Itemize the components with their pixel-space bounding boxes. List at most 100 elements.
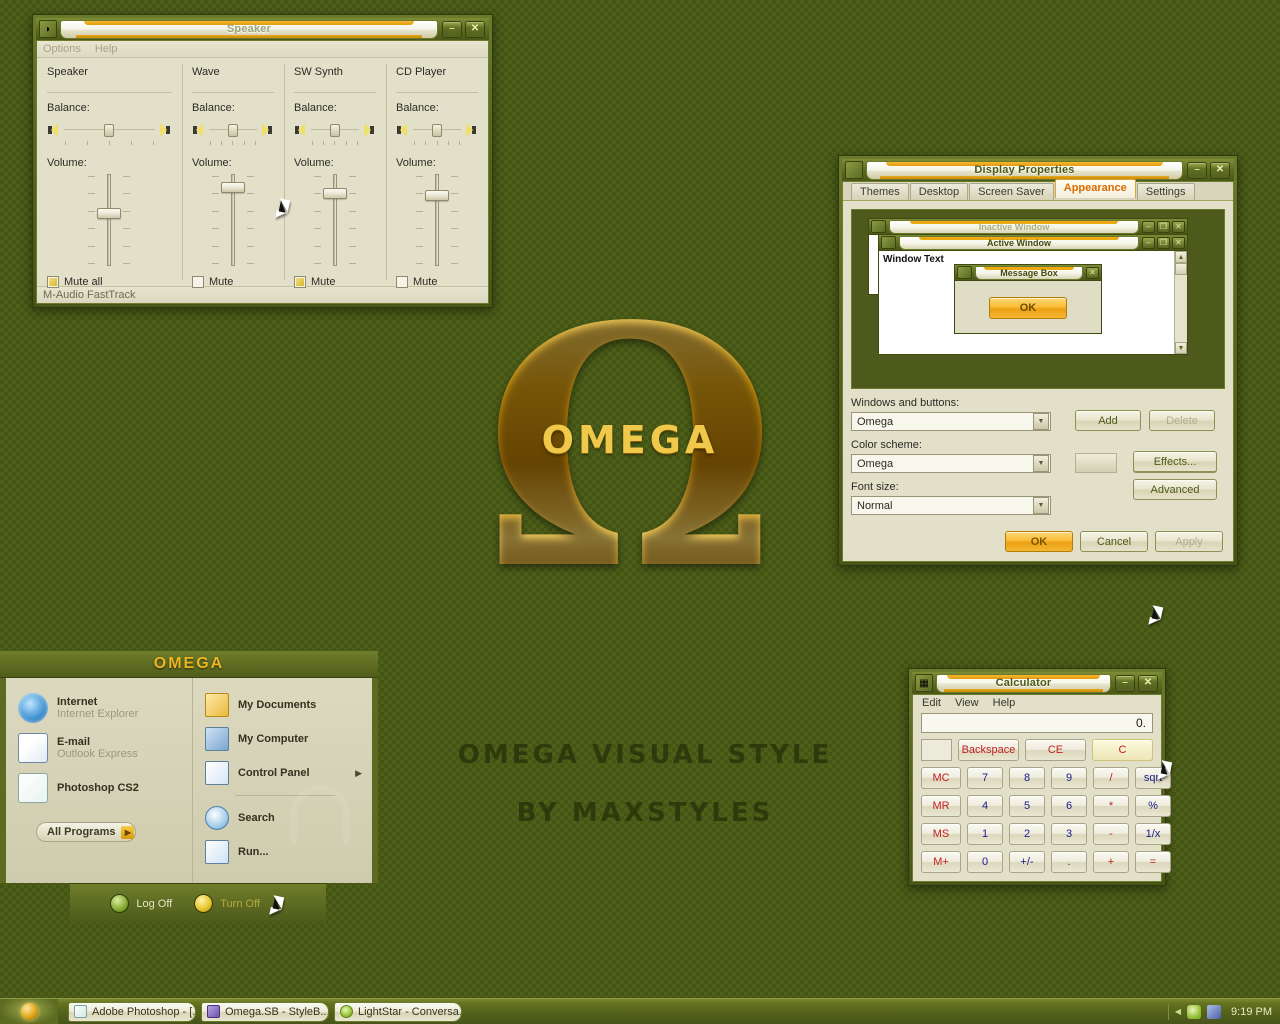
balance-thumb[interactable] (227, 124, 238, 137)
key-m-plus[interactable]: M+ (921, 851, 961, 873)
menu-help[interactable]: Help (95, 43, 118, 55)
calculator-window[interactable]: ▦ Calculator – ✕ Edit View Help 0. Backs… (908, 668, 1171, 886)
c-button[interactable]: C (1092, 739, 1153, 761)
checkbox-icon[interactable] (293, 276, 306, 288)
calculator-menubar[interactable]: Edit View Help (913, 695, 1161, 711)
tab-desktop[interactable]: Desktop (909, 183, 969, 200)
key-5[interactable]: 5 (1009, 795, 1045, 817)
turn-off-button[interactable]: Turn Off (194, 894, 260, 913)
volume-icon[interactable] (1187, 1004, 1202, 1019)
ce-button[interactable]: CE (1025, 739, 1086, 761)
key-1[interactable]: 1 (967, 823, 1003, 845)
sidebar-item-email[interactable]: E-mail Outlook Express (14, 728, 186, 768)
menu-options[interactable]: Options (43, 43, 81, 55)
close-button[interactable]: ✕ (465, 20, 485, 38)
checkbox-icon[interactable] (396, 276, 408, 288)
balance-thumb[interactable] (104, 124, 115, 137)
start-button[interactable] (0, 998, 58, 1024)
key-subtract[interactable]: - (1093, 823, 1129, 845)
windows-and-buttons-combo[interactable]: Omega ▼ (851, 412, 1051, 431)
advanced-button[interactable]: Advanced (1133, 479, 1217, 500)
chevron-down-icon[interactable]: ▼ (1033, 413, 1049, 430)
balance-thumb[interactable] (329, 124, 340, 137)
balance-slider[interactable] (192, 119, 274, 141)
volume-thumb[interactable] (425, 190, 449, 201)
key-multiply[interactable]: * (1093, 795, 1129, 817)
add-button[interactable]: Add (1075, 410, 1141, 431)
close-button[interactable]: ✕ (1210, 161, 1230, 179)
tab-screen-saver[interactable]: Screen Saver (969, 183, 1054, 200)
taskbar[interactable]: Adobe Photoshop - [... Omega.SB - StyleB… (0, 998, 1280, 1024)
menu-help[interactable]: Help (993, 697, 1016, 709)
volume-track[interactable] (435, 174, 439, 266)
key-2[interactable]: 2 (1009, 823, 1045, 845)
key-3[interactable]: 3 (1051, 823, 1087, 845)
key-add[interactable]: + (1093, 851, 1129, 873)
effects-button[interactable]: Effects... (1133, 451, 1217, 472)
key-decimal[interactable]: . (1051, 851, 1087, 873)
volume-slider[interactable] (294, 174, 376, 266)
tab-settings[interactable]: Settings (1136, 183, 1195, 200)
balance-track[interactable] (413, 124, 462, 137)
key-9[interactable]: 9 (1051, 767, 1087, 789)
taskbar-item-stylebuilder[interactable]: Omega.SB - StyleB... (201, 1001, 329, 1022)
tab-themes[interactable]: Themes (851, 183, 909, 200)
volume-track[interactable] (107, 174, 112, 266)
display-properties-window[interactable]: Display Properties – ✕ Themes Desktop Sc… (838, 155, 1238, 628)
key-6[interactable]: 6 (1051, 795, 1087, 817)
key-8[interactable]: 8 (1009, 767, 1045, 789)
balance-slider[interactable] (294, 119, 376, 141)
key-0[interactable]: 0 (967, 851, 1003, 873)
font-size-combo[interactable]: Normal ▼ (851, 496, 1051, 515)
minimize-button[interactable]: – (442, 20, 462, 38)
key-4[interactable]: 4 (967, 795, 1003, 817)
mute-all-checkbox[interactable]: Mute all (47, 276, 172, 288)
taskbar-item-photoshop[interactable]: Adobe Photoshop - [... (68, 1001, 196, 1022)
color-scheme-combo[interactable]: Omega ▼ (851, 454, 1051, 473)
sidebar-item-my-documents[interactable]: My Documents (201, 688, 366, 722)
volume-thumb[interactable] (322, 188, 347, 199)
tray-expand-icon[interactable]: ◀ (1175, 1007, 1181, 1016)
balance-thumb[interactable] (432, 124, 442, 137)
balance-slider[interactable] (47, 119, 172, 141)
log-off-button[interactable]: Log Off (110, 894, 172, 913)
key-mc[interactable]: MC (921, 767, 961, 789)
key-equals[interactable]: = (1135, 851, 1171, 873)
mute-checkbox[interactable]: Mute (293, 276, 376, 288)
sidebar-item-my-computer[interactable]: My Computer (201, 722, 366, 756)
balance-track[interactable] (64, 124, 155, 137)
sidebar-item-control-panel[interactable]: Control Panel ▶ (201, 756, 366, 790)
minimize-button[interactable]: – (1187, 161, 1207, 179)
taskbar-clock[interactable]: 9:19 PM (1227, 1006, 1272, 1018)
taskbar-item-lightstar[interactable]: LightStar - Conversa... (334, 1001, 462, 1022)
mute-checkbox[interactable]: Mute (396, 276, 478, 288)
display-titlebar[interactable]: Display Properties – ✕ (842, 159, 1234, 181)
volume-thumb[interactable] (220, 182, 245, 193)
start-menu[interactable]: OMEGA Internet Internet Explorer E-mail … (0, 651, 378, 923)
key-7[interactable]: 7 (967, 767, 1003, 789)
key-reciprocal[interactable]: 1/x (1135, 823, 1171, 845)
key-mr[interactable]: MR (921, 795, 961, 817)
checkbox-icon[interactable] (191, 276, 204, 288)
volume-menubar[interactable]: Options Help (37, 41, 488, 58)
chevron-down-icon[interactable]: ▼ (1033, 497, 1049, 514)
volume-slider[interactable] (47, 174, 172, 266)
volume-titlebar[interactable]: ◗ Speaker – ✕ (36, 18, 489, 40)
network-icon[interactable] (1207, 1004, 1222, 1019)
menu-edit[interactable]: Edit (922, 697, 941, 709)
close-button[interactable]: ✕ (1138, 674, 1158, 692)
tab-appearance[interactable]: Appearance (1054, 179, 1136, 198)
balance-track[interactable] (310, 124, 360, 137)
minimize-button[interactable]: – (1115, 674, 1135, 692)
checkbox-icon[interactable] (47, 276, 59, 288)
balance-track[interactable] (208, 124, 257, 137)
key-sign[interactable]: +/- (1009, 851, 1045, 873)
volume-control-window[interactable]: ◗ Speaker – ✕ Options Help Speaker Balan… (32, 14, 493, 308)
balance-slider[interactable] (396, 119, 478, 141)
cancel-button[interactable]: Cancel (1080, 531, 1148, 552)
calculator-titlebar[interactable]: ▦ Calculator – ✕ (912, 672, 1162, 694)
chevron-down-icon[interactable]: ▼ (1033, 455, 1049, 472)
ok-button[interactable]: OK (1005, 531, 1073, 552)
key-ms[interactable]: MS (921, 823, 961, 845)
sidebar-item-photoshop[interactable]: Photoshop CS2 (14, 768, 186, 808)
